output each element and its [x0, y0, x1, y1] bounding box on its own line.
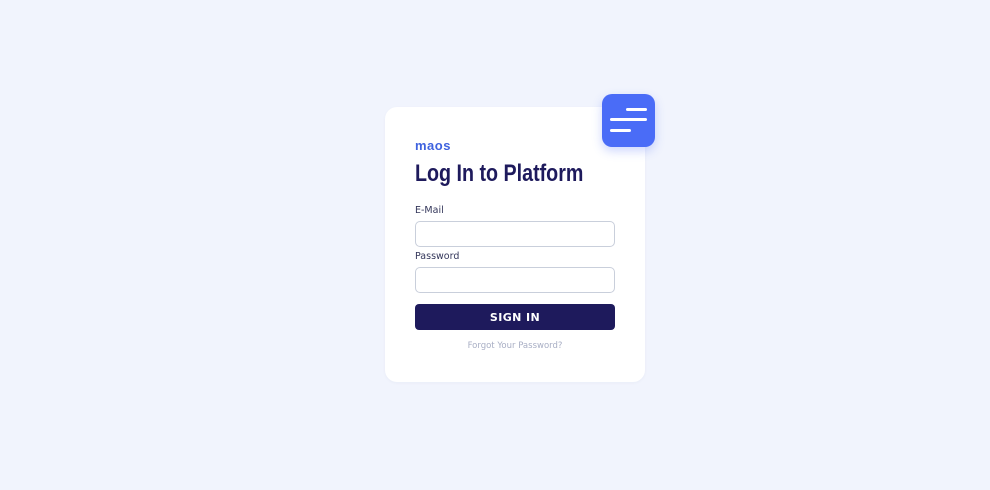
email-field[interactable]	[415, 221, 615, 247]
password-label: Password	[415, 251, 460, 262]
login-card: maos Log In to Platform E-Mail Password …	[385, 107, 645, 382]
password-field[interactable]	[415, 267, 615, 293]
menu-icon-bar-middle	[610, 118, 647, 121]
menu-icon-bar-bottom	[610, 129, 631, 132]
brand-logo-text: maos	[415, 138, 451, 153]
menu-icon-bar-top	[626, 108, 647, 111]
email-label: E-Mail	[415, 205, 444, 216]
menu-button[interactable]	[602, 94, 655, 147]
forgot-password-link[interactable]: Forgot Your Password?	[415, 341, 615, 352]
page-title: Log In to Platform	[415, 160, 584, 187]
sign-in-button[interactable]: SIGN IN	[415, 304, 615, 330]
